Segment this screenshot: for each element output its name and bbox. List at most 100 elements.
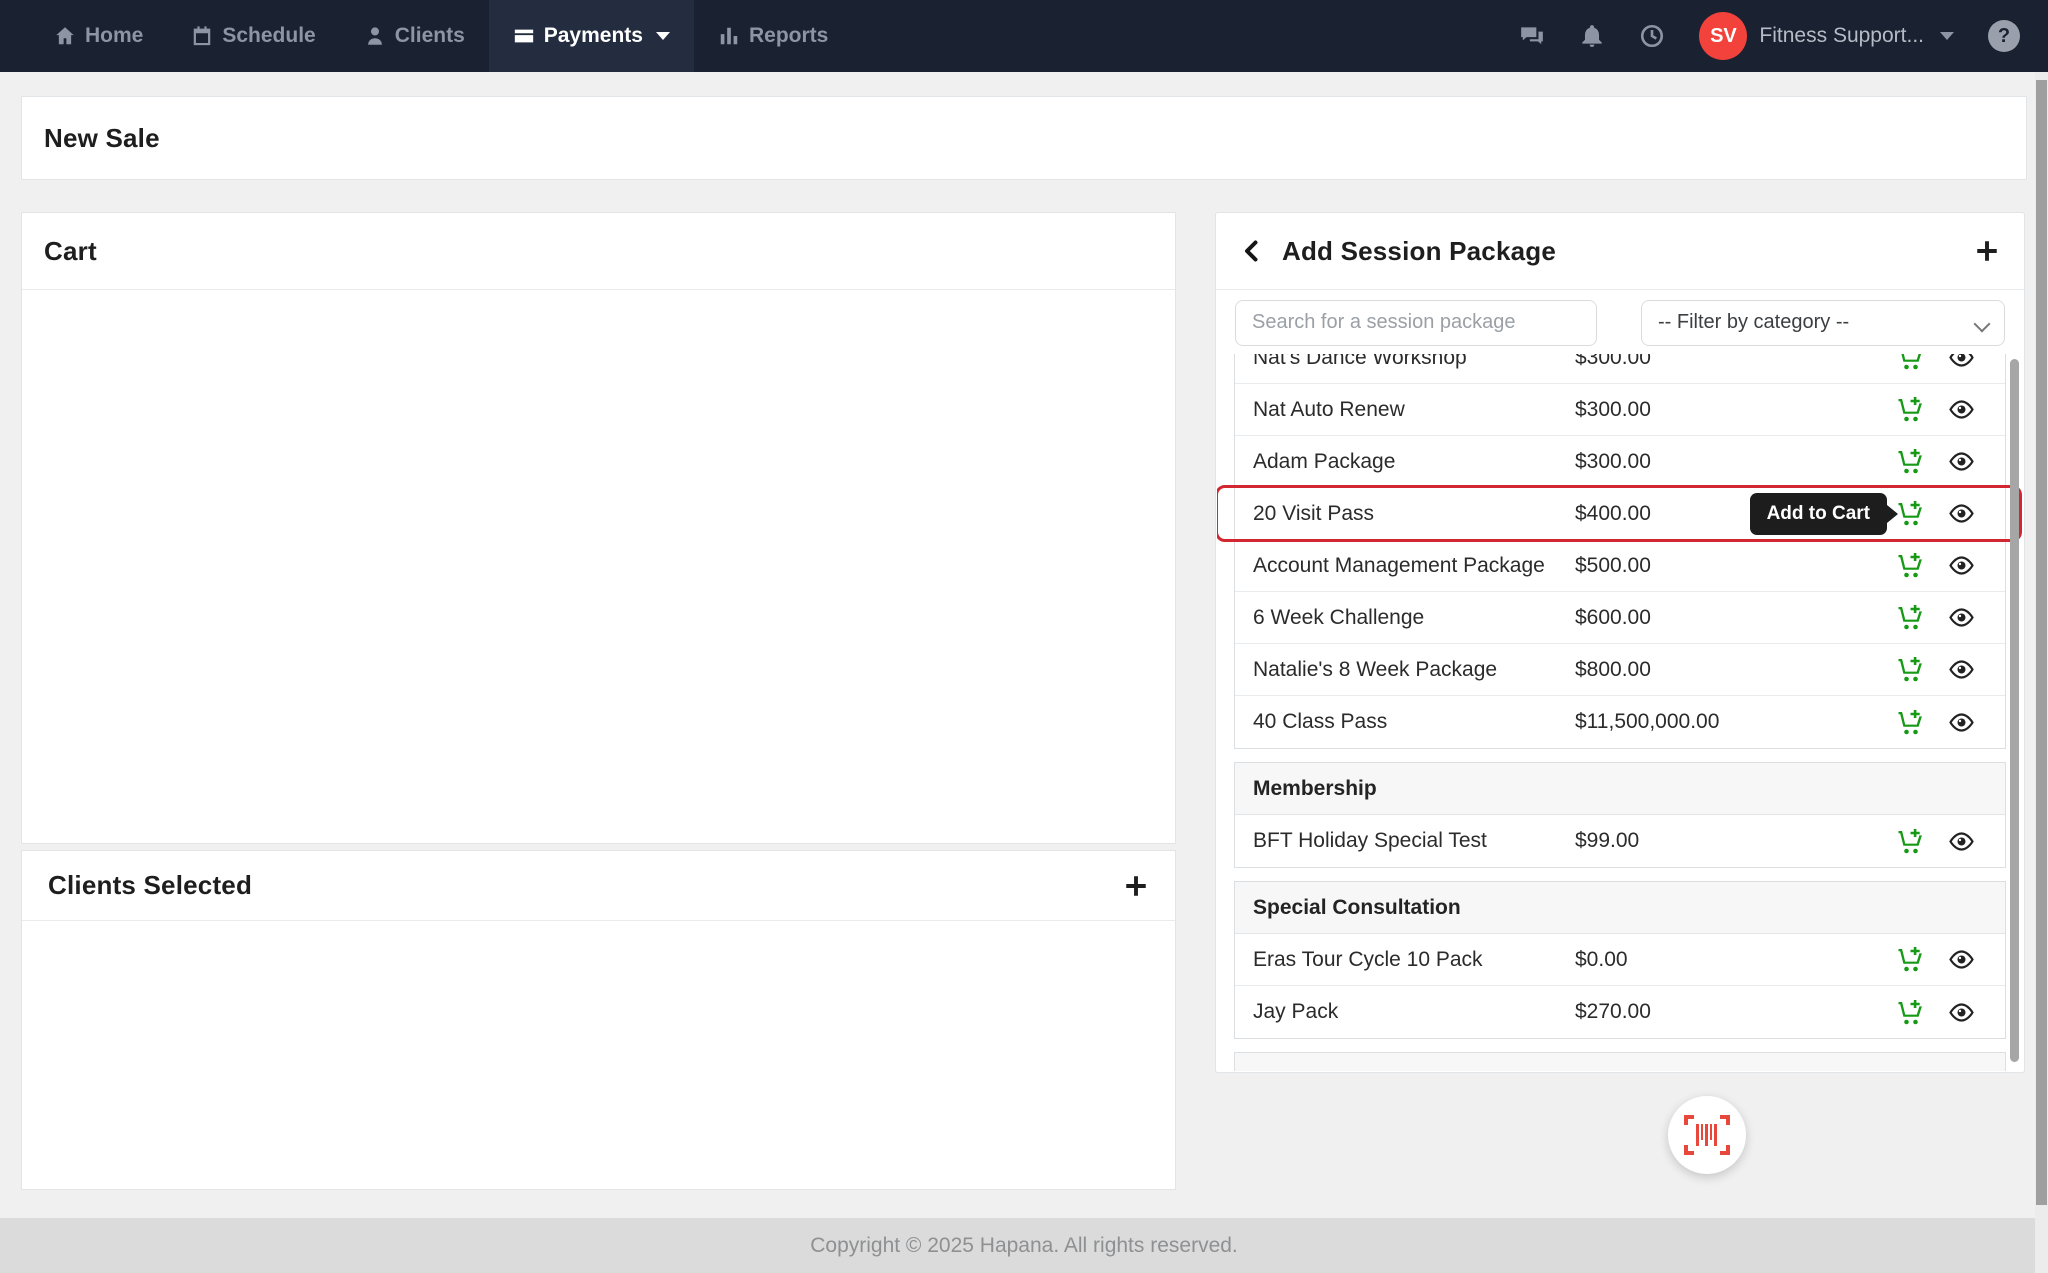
- package-group: Nat's Dance Workshop $300.00 Nat Auto: [1234, 354, 2006, 749]
- home-icon: [54, 25, 76, 47]
- search-input[interactable]: [1235, 300, 1597, 346]
- row-actions: [1897, 604, 2005, 631]
- package-row: 6 Week Challenge $600.00: [1235, 592, 2005, 644]
- package-list: Nat's Dance Workshop $300.00 Nat Auto: [1217, 354, 2023, 1071]
- view-package-button[interactable]: [1948, 500, 1975, 527]
- view-package-button[interactable]: [1948, 354, 1975, 371]
- row-actions: [1897, 552, 2005, 579]
- package-price: $800.00: [1575, 658, 1651, 682]
- package-name: 20 Visit Pass: [1235, 502, 1575, 526]
- nav-item-reports[interactable]: Reports: [694, 0, 852, 72]
- clients-selected-panel: Clients Selected: [21, 850, 1176, 1190]
- package-row: Nat's Dance Workshop $300.00: [1235, 354, 2005, 384]
- package-price: $270.00: [1575, 1000, 1651, 1024]
- row-actions: [1897, 448, 2005, 475]
- cart-plus-icon: [1897, 656, 1924, 683]
- package-row: Account Management Package $500.00: [1235, 540, 2005, 592]
- messages-button[interactable]: [1519, 23, 1545, 49]
- eye-icon: [1948, 552, 1975, 579]
- package-name: BFT Holiday Special Test: [1235, 829, 1575, 853]
- user-name: Fitness Support...: [1759, 24, 1924, 48]
- package-name: 6 Week Challenge: [1235, 606, 1575, 630]
- main-nav: Home Schedule Clients Payments Reports: [0, 0, 852, 72]
- nav-label-reports: Reports: [749, 24, 828, 48]
- package-price: $99.00: [1575, 829, 1639, 853]
- help-button[interactable]: ?: [1988, 20, 2020, 52]
- view-package-button[interactable]: [1948, 656, 1975, 683]
- barcode-icon: [1684, 1115, 1730, 1155]
- eye-icon: [1948, 396, 1975, 423]
- add-to-cart-button[interactable]: [1897, 448, 1924, 475]
- cart-plus-icon: [1897, 604, 1924, 631]
- cart-panel: Cart: [21, 212, 1176, 844]
- add-to-cart-button[interactable]: [1897, 354, 1924, 371]
- app-root: Home Schedule Clients Payments Reports: [0, 0, 2048, 1273]
- package-group: [1234, 1052, 2006, 1071]
- add-to-cart-button[interactable]: [1897, 396, 1924, 423]
- nav-item-schedule[interactable]: Schedule: [167, 0, 339, 72]
- view-package-button[interactable]: [1948, 552, 1975, 579]
- view-package-button[interactable]: [1948, 828, 1975, 855]
- user-icon: [364, 25, 386, 47]
- create-package-button[interactable]: [1974, 238, 2000, 264]
- nav-item-clients[interactable]: Clients: [340, 0, 489, 72]
- user-menu[interactable]: SV Fitness Support...: [1699, 12, 1954, 60]
- view-package-button[interactable]: [1948, 396, 1975, 423]
- add-to-cart-button[interactable]: [1897, 656, 1924, 683]
- add-to-cart-button[interactable]: [1897, 946, 1924, 973]
- category-filter-select[interactable]: -- Filter by category --: [1641, 300, 2005, 346]
- row-actions: [1897, 500, 2005, 527]
- package-price: $300.00: [1575, 450, 1651, 474]
- nav-item-payments[interactable]: Payments: [489, 0, 694, 72]
- page-footer: Copyright © 2025 Hapana. All rights rese…: [0, 1218, 2048, 1273]
- copyright-text: Copyright © 2025 Hapana. All rights rese…: [810, 1234, 1238, 1258]
- add-to-cart-button[interactable]: [1897, 604, 1924, 631]
- cart-plus-icon: [1897, 552, 1924, 579]
- row-actions: [1897, 999, 2005, 1026]
- package-panel-title: Add Session Package: [1282, 236, 1556, 267]
- package-panel-header: Add Session Package: [1216, 213, 2024, 290]
- nav-item-home[interactable]: Home: [30, 0, 167, 72]
- row-actions: [1897, 354, 2005, 371]
- eye-icon: [1948, 448, 1975, 475]
- avatar: SV: [1699, 12, 1747, 60]
- calendar-icon: [191, 25, 213, 47]
- nav-label-home: Home: [85, 24, 143, 48]
- add-to-cart-button[interactable]: [1897, 999, 1924, 1026]
- row-actions: [1897, 656, 2005, 683]
- nav-label-payments: Payments: [544, 24, 643, 48]
- package-name: Adam Package: [1235, 450, 1575, 474]
- page-scrollbar-thumb[interactable]: [2036, 80, 2047, 1205]
- view-package-button[interactable]: [1948, 709, 1975, 736]
- add-to-cart-button[interactable]: [1897, 709, 1924, 736]
- chat-icon: [1519, 23, 1545, 49]
- eye-icon: [1948, 656, 1975, 683]
- view-package-button[interactable]: [1948, 999, 1975, 1026]
- page-scrollbar: [2035, 72, 2048, 1273]
- back-button[interactable]: [1240, 239, 1264, 263]
- view-package-button[interactable]: [1948, 448, 1975, 475]
- history-button[interactable]: [1639, 23, 1665, 49]
- add-session-package-panel: Add Session Package -- Filter by categor…: [1215, 212, 2025, 1073]
- add-client-button[interactable]: [1123, 873, 1149, 899]
- cart-plus-icon: [1897, 828, 1924, 855]
- category-filter-value: -- Filter by category --: [1658, 311, 1849, 334]
- new-sale-card: New Sale: [21, 96, 2027, 180]
- add-to-cart-tooltip: Add to Cart: [1750, 493, 1887, 535]
- barcode-scan-button[interactable]: [1668, 1096, 1746, 1174]
- row-actions: [1897, 828, 2005, 855]
- view-package-button[interactable]: [1948, 604, 1975, 631]
- view-package-button[interactable]: [1948, 946, 1975, 973]
- add-to-cart-button[interactable]: [1897, 552, 1924, 579]
- package-row: Nat Auto Renew $300.00: [1235, 384, 2005, 436]
- cart-header: Cart: [22, 213, 1175, 290]
- cart-plus-icon: [1897, 946, 1924, 973]
- cart-plus-icon: [1897, 396, 1924, 423]
- panel-scrollbar[interactable]: [2010, 359, 2019, 1062]
- add-to-cart-button[interactable]: [1897, 828, 1924, 855]
- chevron-down-icon: [656, 32, 670, 40]
- package-row: Eras Tour Cycle 10 Pack $0.00: [1235, 934, 2005, 986]
- credit-card-icon: [513, 25, 535, 47]
- notifications-button[interactable]: [1579, 23, 1605, 49]
- package-row: 20 Visit Pass $400.00 Add to Cart: [1235, 488, 2005, 540]
